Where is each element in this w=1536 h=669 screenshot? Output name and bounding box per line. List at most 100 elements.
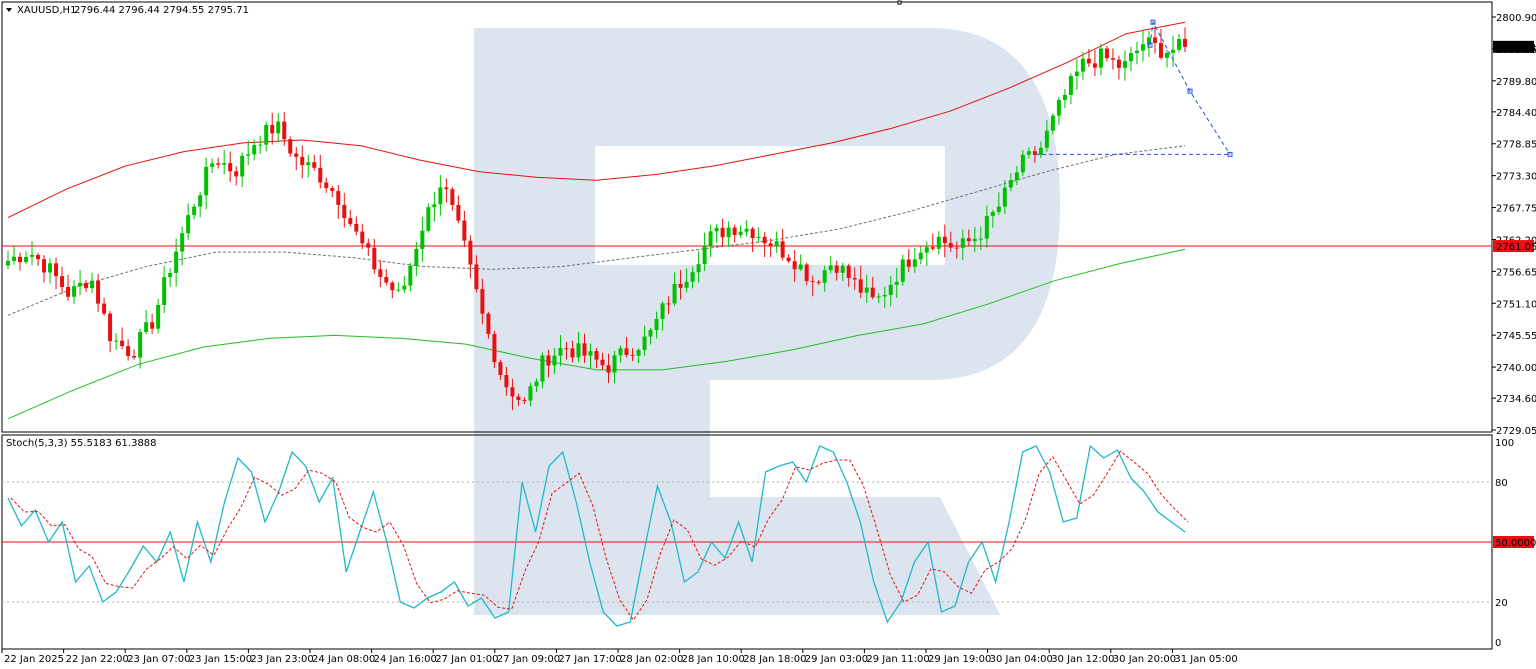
- candle[interactable]: [150, 313, 155, 334]
- candle[interactable]: [78, 269, 83, 296]
- candle[interactable]: [1152, 26, 1157, 54]
- chart-canvas[interactable]: 2800.902795.352789.802784.402778.852773.…: [0, 0, 1536, 669]
- candle[interactable]: [342, 192, 347, 228]
- candle[interactable]: [240, 152, 245, 188]
- candle[interactable]: [336, 184, 341, 219]
- candle[interactable]: [36, 252, 41, 266]
- candle[interactable]: [762, 232, 767, 258]
- candle[interactable]: [72, 280, 77, 304]
- candle[interactable]: [756, 227, 761, 243]
- candle[interactable]: [102, 297, 107, 316]
- candle[interactable]: [1062, 89, 1067, 109]
- candle[interactable]: [402, 276, 407, 293]
- candle[interactable]: [42, 255, 47, 283]
- candle[interactable]: [786, 254, 791, 264]
- candle[interactable]: [1098, 43, 1103, 76]
- candle[interactable]: [438, 175, 443, 216]
- candle[interactable]: [108, 311, 113, 353]
- candle[interactable]: [330, 185, 335, 198]
- candle[interactable]: [1068, 73, 1073, 105]
- candle[interactable]: [366, 238, 371, 257]
- shift-marker[interactable]: [897, 0, 902, 5]
- candle[interactable]: [1074, 59, 1079, 90]
- candle[interactable]: [300, 145, 305, 179]
- candle[interactable]: [234, 166, 239, 186]
- candle[interactable]: [84, 280, 89, 292]
- candle[interactable]: [1128, 46, 1133, 72]
- candle[interactable]: [138, 328, 143, 369]
- candle[interactable]: [1056, 97, 1061, 125]
- candle[interactable]: [222, 149, 227, 175]
- candle[interactable]: [114, 333, 119, 350]
- candle[interactable]: [420, 216, 425, 262]
- candle[interactable]: [396, 282, 401, 293]
- candle[interactable]: [1092, 50, 1097, 77]
- candle[interactable]: [120, 327, 125, 350]
- candle[interactable]: [426, 203, 431, 233]
- candle[interactable]: [144, 309, 149, 335]
- candle[interactable]: [162, 266, 167, 313]
- candle[interactable]: [726, 221, 731, 247]
- candle[interactable]: [432, 191, 437, 222]
- candle[interactable]: [270, 112, 275, 145]
- candle[interactable]: [780, 228, 785, 261]
- candle[interactable]: [1164, 49, 1169, 68]
- candle[interactable]: [192, 203, 197, 220]
- candle[interactable]: [360, 223, 365, 249]
- candle[interactable]: [198, 191, 203, 218]
- candle[interactable]: [708, 224, 713, 258]
- candle[interactable]: [918, 246, 923, 265]
- candle[interactable]: [390, 280, 395, 299]
- candle[interactable]: [1080, 51, 1085, 80]
- candle[interactable]: [372, 238, 377, 274]
- candle[interactable]: [210, 158, 215, 174]
- candle[interactable]: [294, 147, 299, 171]
- candle[interactable]: [216, 157, 221, 169]
- candle[interactable]: [258, 135, 263, 155]
- candle[interactable]: [24, 251, 29, 265]
- candle[interactable]: [444, 178, 449, 203]
- candle[interactable]: [30, 241, 35, 266]
- candle[interactable]: [1183, 27, 1187, 53]
- candle[interactable]: [132, 349, 137, 360]
- candle[interactable]: [126, 339, 131, 361]
- candle[interactable]: [738, 225, 743, 238]
- candle[interactable]: [312, 154, 317, 171]
- candle[interactable]: [774, 231, 779, 254]
- candle[interactable]: [408, 262, 413, 292]
- candle[interactable]: [228, 151, 233, 182]
- candle[interactable]: [306, 154, 311, 178]
- candle[interactable]: [1116, 55, 1121, 80]
- candle[interactable]: [354, 216, 359, 236]
- candle[interactable]: [414, 241, 419, 276]
- candle[interactable]: [66, 274, 71, 301]
- candle[interactable]: [768, 238, 773, 258]
- candle[interactable]: [798, 254, 803, 272]
- collapse-arrow-icon[interactable]: [6, 8, 12, 12]
- candle[interactable]: [156, 298, 161, 334]
- candle[interactable]: [468, 235, 473, 279]
- candle[interactable]: [186, 203, 191, 241]
- candle[interactable]: [1110, 48, 1115, 70]
- candle[interactable]: [1176, 33, 1181, 53]
- candle[interactable]: [348, 209, 353, 227]
- candle[interactable]: [750, 226, 755, 253]
- candle[interactable]: [924, 241, 929, 267]
- candle[interactable]: [744, 220, 749, 237]
- candle[interactable]: [6, 250, 10, 270]
- candle[interactable]: [60, 266, 65, 294]
- candle[interactable]: [276, 113, 281, 142]
- candle[interactable]: [18, 252, 23, 271]
- candle[interactable]: [264, 121, 269, 152]
- candle[interactable]: [48, 258, 53, 284]
- candle[interactable]: [450, 187, 455, 211]
- candle[interactable]: [54, 257, 59, 290]
- candle[interactable]: [288, 136, 293, 158]
- candle[interactable]: [384, 268, 389, 286]
- candle[interactable]: [930, 233, 935, 251]
- candle[interactable]: [900, 254, 905, 286]
- candle[interactable]: [1104, 46, 1109, 62]
- candle[interactable]: [456, 195, 461, 224]
- candle[interactable]: [246, 140, 251, 166]
- candle[interactable]: [324, 177, 329, 193]
